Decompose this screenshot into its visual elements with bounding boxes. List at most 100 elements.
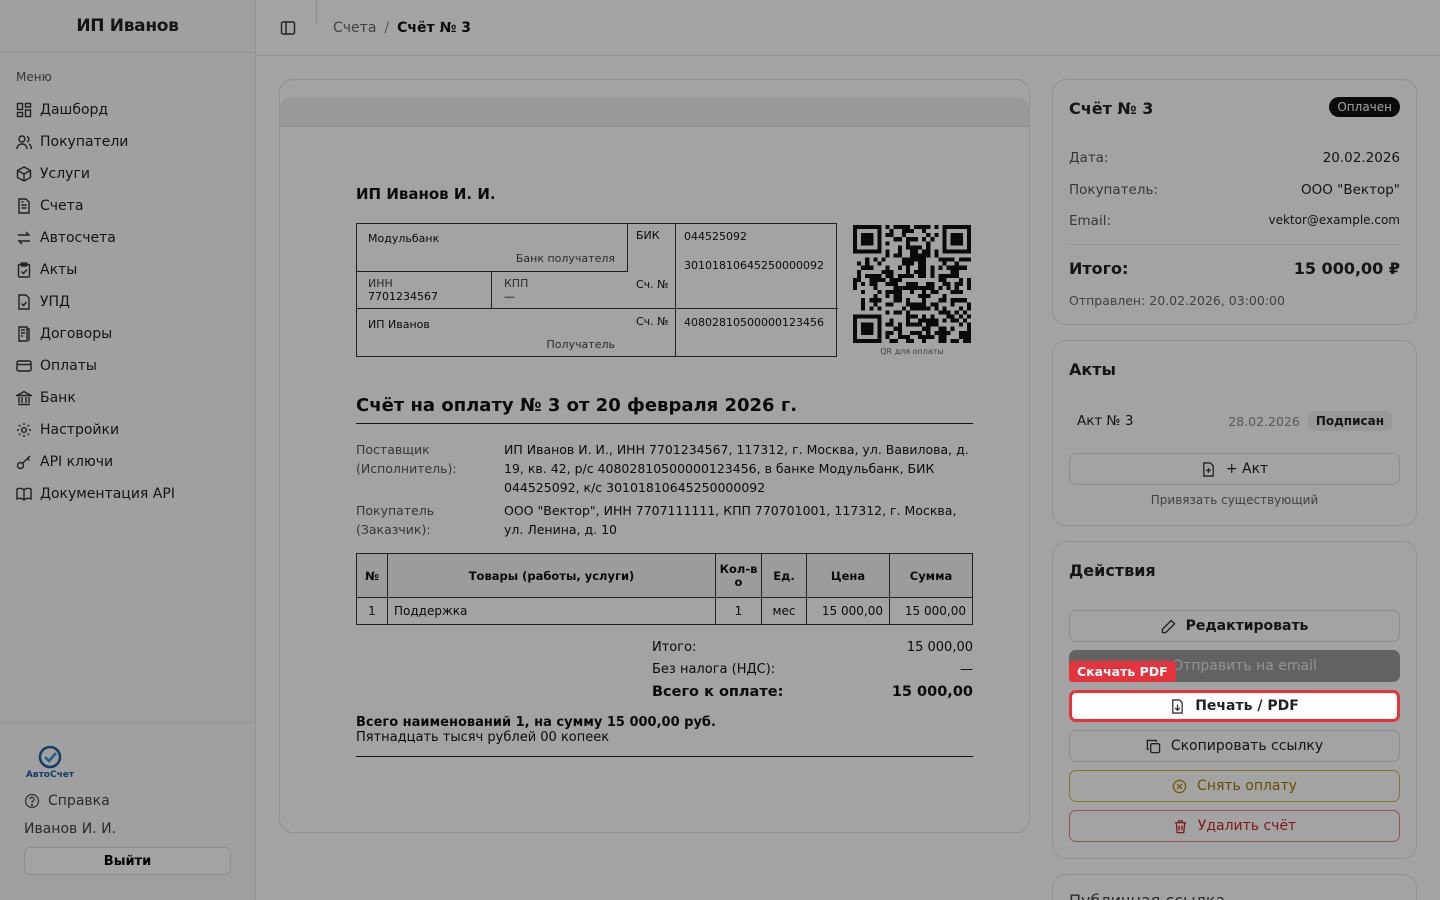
public-link-card: Публичная ссылка	[1052, 874, 1417, 900]
invoice-info-card: Счёт № 3 Оплачен Дата: 20.02.2026 Покупат…	[1052, 79, 1417, 325]
supplier-block: Поставщик (Исполнитель): ИП Иванов И. И.…	[356, 440, 973, 500]
sidebar-item-label: Документация API	[40, 486, 175, 502]
card-icon	[16, 360, 32, 372]
pencil-icon	[1161, 618, 1176, 633]
sidebar-item-settings[interactable]: Настройки	[0, 414, 255, 446]
column-header: Ед.	[761, 553, 807, 598]
edit-button[interactable]: Редактировать	[1069, 610, 1400, 642]
inn-value: 7701234567	[368, 290, 438, 303]
sidebar-item-label: Дашборд	[40, 102, 109, 118]
table-row: 1 Поддержка 1 мес 15 000,00 15 000,00	[356, 597, 973, 625]
buyer-value: ООО "Вектор"	[1300, 182, 1400, 198]
column-header: Цена	[806, 553, 890, 598]
bank-details-table: Модульбанк Банк получателя БИК 044525092…	[356, 223, 838, 357]
sidebar-item-invoices[interactable]: Счета	[0, 190, 255, 222]
sidebar: ИП Иванов Меню Дашборд Покупатели Услуги…	[0, 0, 256, 900]
copy-link-label: Скопировать ссылку	[1170, 738, 1324, 754]
delete-button[interactable]: Удалить счёт	[1069, 810, 1400, 842]
buyer-row: Покупатель: ООО "Вектор"	[1069, 182, 1400, 198]
kpp-value: —	[504, 290, 515, 303]
divider	[1069, 244, 1400, 245]
sidebar-item-label: Настройки	[40, 422, 120, 438]
card-title: Акты	[1069, 360, 1116, 379]
user-name: Иванов И. И.	[24, 821, 117, 837]
sidebar-item-buyers[interactable]: Покупатели	[0, 126, 255, 158]
total-row: Итого: 15 000,00 ₽	[1069, 259, 1400, 278]
logout-button[interactable]: Выйти	[24, 847, 231, 875]
breadcrumb-invoices-link[interactable]: Счета	[333, 20, 376, 36]
row-number: 1	[356, 597, 388, 625]
date-value: 20.02.2026	[1322, 150, 1400, 166]
item-unit: мес	[761, 597, 807, 625]
sidebar-footer: АвтоСчет Справка Иванов И. И. Выйти	[0, 722, 255, 900]
menu-caption: Меню	[16, 70, 52, 84]
help-link[interactable]: Справка	[24, 793, 110, 809]
breadcrumb-current: Счёт № 3	[397, 19, 471, 36]
date-label: Дата:	[1069, 150, 1109, 166]
qr-caption: QR для оплаты	[880, 347, 944, 356]
item-name: Поддержка	[387, 597, 716, 625]
sidebar-item-autoinvoices[interactable]: Автосчета	[0, 222, 255, 254]
link-existing-act[interactable]: Привязать существующий	[1053, 493, 1416, 507]
unpay-button[interactable]: Снять оплату	[1069, 770, 1400, 802]
print-pdf-label: Печать / PDF	[1195, 698, 1299, 714]
email-label: Email:	[1069, 213, 1112, 229]
total-value: 15 000,00 ₽	[1293, 259, 1400, 278]
sidebar-item-api-docs[interactable]: Документация API	[0, 478, 255, 510]
supplier-details: ИП Иванов И. И., ИНН 7701234567, 117312,…	[504, 442, 969, 495]
recipient-name: ИП Иванов	[368, 318, 430, 331]
send-email-label: Отправить на email	[1172, 658, 1317, 674]
clipboard-check-icon	[17, 262, 31, 278]
sidebar-item-label: Акты	[40, 262, 78, 278]
sidebar-item-label: Банк	[40, 390, 76, 406]
gear-icon	[17, 423, 31, 437]
box-icon	[16, 166, 32, 182]
account-number: 40802810500000123456	[684, 316, 824, 329]
sidebar-item-dashboard[interactable]: Дашборд	[0, 94, 255, 126]
sidebar-item-contracts[interactable]: Договоры	[0, 318, 255, 350]
file-plus-icon	[1202, 461, 1214, 477]
sidebar-item-label: УПД	[40, 294, 70, 310]
sidebar-nav: Дашборд Покупатели Услуги Счета Автосчет…	[0, 94, 255, 510]
sidebar-item-label: Договоры	[40, 326, 113, 342]
grand-total-value: 15 000,00	[891, 684, 973, 700]
document-icon	[18, 198, 30, 214]
sidebar-toggle-icon	[280, 20, 296, 35]
add-act-button[interactable]: + Акт	[1069, 453, 1400, 485]
email-value: vektor@example.com	[1268, 213, 1400, 227]
act-list-item[interactable]: Акт № 3 28.02.2026 Подписан	[1069, 411, 1400, 431]
file-download-icon	[1172, 698, 1184, 714]
breadcrumb-separator: /	[384, 19, 390, 36]
card-title: Счёт № 3	[1069, 99, 1154, 118]
amount-in-words: Пятнадцать тысяч рублей 00 копеек	[356, 730, 610, 745]
copy-icon	[1146, 739, 1161, 753]
act-name: Акт № 3	[1077, 413, 1134, 429]
bik-label: БИК	[636, 229, 660, 242]
top-bar: Счета / Счёт № 3	[256, 0, 1440, 56]
sidebar-item-api-keys[interactable]: API ключи	[0, 446, 255, 478]
sidebar-item-bank[interactable]: Банк	[0, 382, 255, 414]
contract-icon	[18, 326, 30, 342]
bank-caption: Банк получателя	[515, 252, 615, 265]
unpay-label: Снять оплату	[1197, 778, 1297, 794]
key-icon	[16, 455, 31, 470]
column-header: Товары (работы, услуги)	[387, 553, 716, 598]
column-header: Кол-во	[715, 553, 762, 598]
sidebar-item-acts[interactable]: Акты	[0, 254, 255, 286]
sidebar-item-label: Счета	[40, 198, 84, 214]
items-table: № Товары (работы, услуги) Кол-во Ед. Цен…	[356, 553, 973, 625]
print-pdf-button[interactable]: Печать / PDF	[1069, 690, 1400, 722]
sidebar-toggle[interactable]	[278, 18, 298, 38]
column-header: Сумма	[889, 553, 973, 598]
sidebar-item-payments[interactable]: Оплаты	[0, 350, 255, 382]
copy-link-button[interactable]: Скопировать ссылку	[1069, 730, 1400, 762]
app-logo: АвтоСчет	[24, 745, 76, 785]
act-status-badge: Подписан	[1307, 411, 1392, 431]
sidebar-item-upd[interactable]: УПД	[0, 286, 255, 318]
issuer-name: ИП Иванов И. И.	[356, 185, 496, 203]
vat-row: Без налога (НДС): —	[652, 662, 973, 677]
trash-icon	[1174, 819, 1186, 833]
date-row: Дата: 20.02.2026	[1069, 150, 1400, 166]
grand-total-row: Всего к оплате: 15 000,00	[652, 684, 973, 700]
sidebar-item-services[interactable]: Услуги	[0, 158, 255, 190]
